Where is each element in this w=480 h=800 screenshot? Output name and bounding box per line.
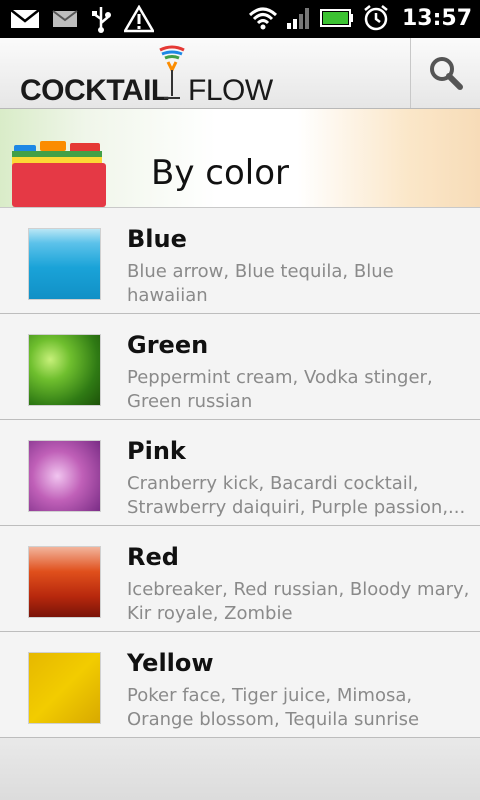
notification-icons — [10, 5, 154, 33]
search-button[interactable] — [410, 38, 480, 108]
list-empty-area — [0, 738, 480, 800]
logo-text-flow: FLOW — [188, 74, 273, 107]
wifi-icon — [248, 7, 277, 30]
yellow-cocktail-thumbnail — [28, 652, 101, 724]
list-item-pink[interactable]: Pink Cranberry kick, Bacardi cocktail, S… — [0, 420, 480, 526]
list-item-title: Red — [127, 543, 179, 571]
red-cocktail-thumbnail — [28, 546, 101, 618]
blue-cocktail-thumbnail — [28, 228, 101, 300]
status-bar: 13:57 — [0, 0, 480, 38]
pink-cocktail-thumbnail — [28, 440, 101, 512]
search-icon — [429, 57, 463, 90]
list-item-subtitle: Cranberry kick, Bacardi cocktail, Strawb… — [127, 473, 466, 518]
battery-icon — [319, 9, 353, 27]
list-item-subtitle: Peppermint cream, Vodka stinger, Green r… — [127, 367, 433, 412]
mail-icon — [10, 9, 40, 28]
signal-icon — [286, 8, 309, 29]
list-item-title: Pink — [127, 437, 186, 465]
list-item-title: Yellow — [127, 649, 214, 677]
category-title: By color — [151, 153, 289, 193]
category-header: By color — [0, 109, 480, 208]
cocktail-glass-icon — [159, 45, 185, 99]
system-icons: 13:57 — [248, 4, 472, 32]
list-item-yellow[interactable]: Yellow Poker face, Tiger juice, Mimosa, … — [0, 632, 480, 738]
folder-tabs-icon — [12, 141, 106, 207]
list-item-green[interactable]: Green Peppermint cream, Vodka stinger, G… — [0, 314, 480, 420]
list-item-subtitle: Blue arrow, Blue tequila, Blue hawaiian — [127, 261, 394, 306]
app-logo: COCKTAIL FLOW — [20, 44, 280, 107]
clock: 13:57 — [401, 5, 472, 31]
list-item-subtitle: Poker face, Tiger juice, Mimosa, Orange … — [127, 685, 420, 730]
list-item-blue[interactable]: Blue Blue arrow, Blue tequila, Blue hawa… — [0, 208, 480, 314]
list-item-title: Green — [127, 331, 209, 359]
logo-text-cocktail: COCKTAIL — [20, 74, 169, 107]
usb-icon — [92, 7, 111, 33]
app-title-bar: COCKTAIL FLOW — [0, 38, 480, 109]
gmail-icon — [52, 10, 78, 27]
alarm-icon — [364, 5, 388, 31]
color-category-list: Blue Blue arrow, Blue tequila, Blue hawa… — [0, 208, 480, 738]
list-item-subtitle: Icebreaker, Red russian, Bloody mary, Ki… — [127, 579, 470, 624]
warning-icon — [124, 5, 154, 33]
list-item-title: Blue — [127, 225, 187, 253]
green-cocktail-thumbnail — [28, 334, 101, 406]
list-item-red[interactable]: Red Icebreaker, Red russian, Bloody mary… — [0, 526, 480, 632]
